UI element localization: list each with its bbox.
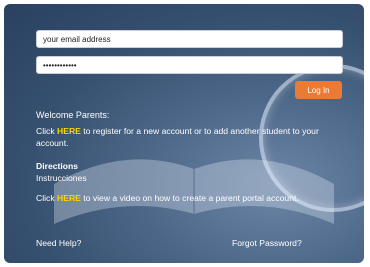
login-panel: your email address •••••••••••• Log In W… [4, 4, 364, 263]
password-field[interactable]: •••••••••••• [36, 56, 343, 74]
forgot-password-label: Forgot Password? [232, 238, 302, 248]
login-button[interactable]: Log In [295, 81, 342, 99]
forgot-password-link[interactable]: Forgot Password? [232, 237, 302, 249]
video-suffix: to view a video on how to create a paren… [80, 193, 299, 203]
email-field[interactable]: your email address [36, 30, 343, 48]
register-prefix: Click [36, 126, 58, 136]
welcome-label: Welcome Parents: [36, 110, 110, 120]
directions-title: Directions [36, 161, 79, 171]
login-button-label: Log In [307, 85, 330, 95]
register-text: Click HERE to register for a new account… [36, 125, 346, 149]
email-value: your email address [43, 34, 111, 44]
directions-subtitle: Instrucciones [36, 173, 87, 183]
video-prefix: Click [36, 193, 58, 203]
need-help-label: Need Help? [36, 238, 82, 248]
register-here-link[interactable]: HERE [57, 126, 81, 136]
video-here-link[interactable]: HERE [57, 193, 81, 203]
directions-block: Directions Instrucciones [36, 160, 87, 184]
need-help-link[interactable]: Need Help? [36, 237, 81, 249]
video-text: Click HERE to view a video on how to cre… [36, 192, 351, 204]
password-value: •••••••••••• [43, 60, 77, 70]
welcome-text: Welcome Parents: [36, 109, 109, 121]
